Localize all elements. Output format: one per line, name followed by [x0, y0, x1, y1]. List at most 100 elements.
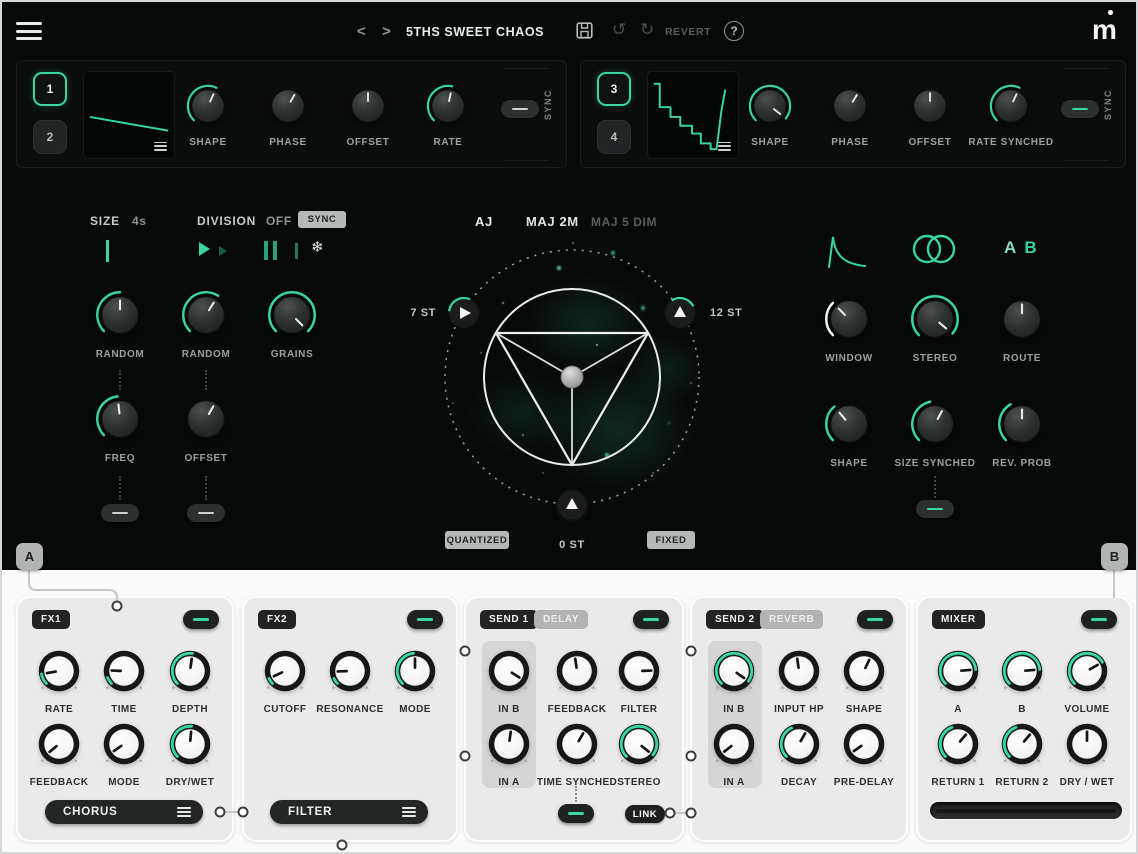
- quantized-button[interactable]: QUANTIZED: [445, 531, 509, 549]
- freq-knob[interactable]: [94, 393, 146, 445]
- size-sync-toggle[interactable]: [916, 500, 954, 518]
- shape-knob[interactable]: [185, 83, 231, 129]
- mixer-badge[interactable]: MIXER: [932, 610, 985, 629]
- wheel-right-handle[interactable]: [665, 298, 695, 328]
- rate-synced-knob[interactable]: [988, 83, 1034, 129]
- help-icon[interactable]: ?: [724, 21, 744, 41]
- fx1-type-selector[interactable]: CHORUS: [45, 800, 203, 824]
- chord-option-selected[interactable]: MAJ 2M: [526, 214, 579, 229]
- in-a-knob[interactable]: [482, 717, 536, 771]
- in-a-knob[interactable]: [707, 717, 761, 771]
- mode-knob[interactable]: [388, 644, 442, 698]
- rev-prob-knob[interactable]: [996, 398, 1048, 450]
- in-b-knob[interactable]: [707, 644, 761, 698]
- filter-knob[interactable]: [612, 644, 666, 698]
- fixed-button[interactable]: FIXED: [647, 531, 695, 549]
- play-forward-icon[interactable]: [199, 242, 210, 256]
- time-knob[interactable]: [97, 644, 151, 698]
- input-hp-knob[interactable]: [772, 644, 826, 698]
- mix-a-knob[interactable]: [931, 644, 985, 698]
- lfo-waveform-display[interactable]: [647, 71, 739, 159]
- phase-knob[interactable]: [265, 83, 311, 129]
- resonance-knob[interactable]: [323, 644, 377, 698]
- send1-type-badge[interactable]: DELAY: [534, 610, 588, 629]
- cutoff-knob[interactable]: [258, 644, 312, 698]
- return-2-knob[interactable]: [995, 717, 1049, 771]
- offset-sync-toggle[interactable]: [187, 504, 225, 522]
- random-knob[interactable]: [180, 289, 232, 341]
- send1-badge[interactable]: SEND 1: [480, 610, 538, 629]
- return-1-knob[interactable]: [931, 717, 985, 771]
- time-sync-toggle[interactable]: [558, 804, 594, 823]
- route-knob[interactable]: [996, 293, 1048, 345]
- next-preset-arrow[interactable]: >: [382, 23, 391, 40]
- lfo-tab-4[interactable]: 4: [597, 120, 631, 154]
- shape-knob[interactable]: [747, 83, 793, 129]
- link-button[interactable]: LINK: [625, 805, 665, 823]
- ab-route-display[interactable]: A B: [1004, 238, 1039, 258]
- offset-knob[interactable]: [345, 83, 391, 129]
- lfo-tab-1[interactable]: 1: [33, 72, 67, 106]
- lfo-waveform-display[interactable]: [83, 71, 175, 159]
- fx2-power-toggle[interactable]: [407, 610, 443, 629]
- shape-knob[interactable]: [823, 398, 875, 450]
- shape-knob[interactable]: [837, 644, 891, 698]
- wheel-center-handle[interactable]: [561, 366, 583, 388]
- dry-wet-knob[interactable]: [163, 717, 217, 771]
- phase-knob[interactable]: [827, 83, 873, 129]
- undo-icon[interactable]: ↺: [612, 21, 626, 38]
- send2-power-toggle[interactable]: [857, 610, 893, 629]
- rate-knob[interactable]: [32, 644, 86, 698]
- stereo-knob[interactable]: [909, 293, 961, 345]
- random-knob[interactable]: [94, 289, 146, 341]
- wheel-bottom-handle[interactable]: [557, 490, 587, 520]
- chord-option[interactable]: AJ: [475, 214, 493, 229]
- routing-a-badge[interactable]: A: [16, 543, 43, 570]
- send2-type-badge[interactable]: REVERB: [760, 610, 823, 629]
- pitch-wheel[interactable]: [422, 230, 722, 522]
- depth-knob[interactable]: [163, 644, 217, 698]
- pause-bar-icon[interactable]: [264, 241, 268, 260]
- redo-icon[interactable]: ↻: [640, 21, 654, 38]
- pause-bar-icon[interactable]: [273, 241, 277, 260]
- sync-toggle[interactable]: [501, 100, 539, 118]
- division-value[interactable]: OFF: [266, 214, 292, 228]
- rate-knob[interactable]: [425, 83, 471, 129]
- freq-sync-toggle[interactable]: [101, 504, 139, 522]
- overlap-circles-icon[interactable]: [910, 232, 958, 266]
- decay-knob[interactable]: [772, 717, 826, 771]
- mixer-power-toggle[interactable]: [1081, 610, 1117, 629]
- envelope-icon[interactable]: [826, 230, 868, 270]
- offset-knob[interactable]: [180, 393, 232, 445]
- stereo-knob[interactable]: [612, 717, 666, 771]
- fx2-type-selector[interactable]: FILTER: [270, 800, 428, 824]
- fx2-badge[interactable]: FX2: [258, 610, 296, 629]
- mixer-slider[interactable]: [930, 802, 1122, 819]
- pre-delay-knob[interactable]: [837, 717, 891, 771]
- mode-knob[interactable]: [97, 717, 151, 771]
- fx1-badge[interactable]: FX1: [32, 610, 70, 629]
- lfo-tab-2[interactable]: 2: [33, 120, 67, 154]
- feedback-knob[interactable]: [32, 717, 86, 771]
- mix-b-knob[interactable]: [995, 644, 1049, 698]
- time-synced-knob[interactable]: [550, 717, 604, 771]
- wheel-left-handle[interactable]: [449, 298, 479, 328]
- freeze-icon[interactable]: ❄: [311, 238, 324, 256]
- preset-title[interactable]: 5THS SWEET CHAOS: [406, 25, 544, 39]
- chord-option[interactable]: MAJ 5 DIM: [591, 215, 657, 229]
- prev-preset-arrow[interactable]: <: [357, 23, 366, 40]
- menu-icon[interactable]: [16, 22, 42, 40]
- revert-button[interactable]: REVERT: [665, 26, 711, 38]
- size-value[interactable]: 4s: [132, 214, 147, 228]
- lfo-tab-3[interactable]: 3: [597, 72, 631, 106]
- play-dim-icon[interactable]: [219, 246, 227, 256]
- size-synced-knob[interactable]: [909, 398, 961, 450]
- volume-knob[interactable]: [1060, 644, 1114, 698]
- feedback-knob[interactable]: [550, 644, 604, 698]
- sync-toggle[interactable]: [1061, 100, 1099, 118]
- offset-knob[interactable]: [907, 83, 953, 129]
- division-sync-button[interactable]: SYNC: [298, 211, 346, 228]
- size-slider-tick[interactable]: [106, 240, 109, 262]
- bar-icon[interactable]: [295, 243, 298, 259]
- save-icon[interactable]: [576, 22, 593, 39]
